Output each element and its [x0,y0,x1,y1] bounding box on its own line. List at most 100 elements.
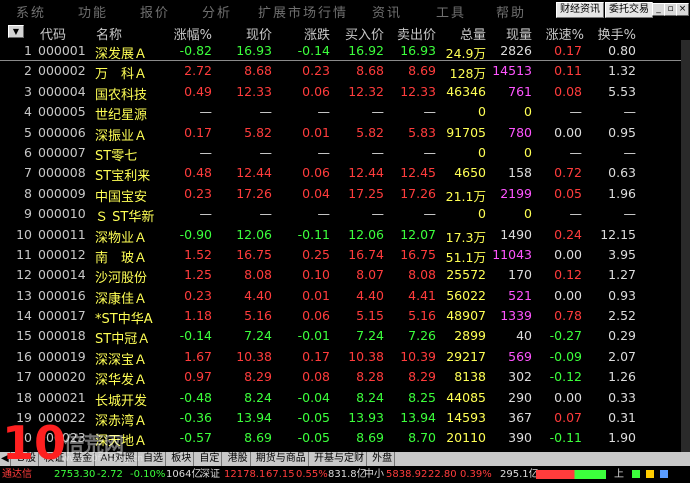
row-turnover: 0.63 [608,165,636,181]
row-code: 000010 [38,206,86,222]
table-row[interactable]: 1 000001 深发展Ａ -0.82 16.93 -0.14 16.92 16.93 24.9… [0,41,690,62]
table-row[interactable]: 7 000008 ST宝利来 0.48 12.44 0.06 12.44 12.45 4650 1… [0,163,690,184]
index3-change: 22.80 [428,469,457,480]
row-change: 0.06 [302,83,330,99]
index3-label: 中小 [364,469,384,480]
row-turnover: 1.96 [608,185,636,201]
table-row[interactable]: 14 000017 *ST中华A 1.18 5.16 0.06 5.15 5.16 48907 1… [0,306,690,327]
trade-order-button[interactable]: 委托交易 [605,2,653,18]
menu-help[interactable]: 帮助 [496,2,526,21]
row-change: 0.17 [302,348,330,364]
row-speed: -0.12 [549,369,582,385]
watermark-text: 倍荒网 [64,432,124,456]
row-change: — [317,144,331,160]
row-speed: — [569,206,583,222]
row-speed: -0.09 [549,348,582,364]
row-change-pct: 0.17 [184,124,212,140]
table-row[interactable]: 18 000021 长城开发 -0.48 8.24 -0.04 8.24 8.25 44085 2… [0,388,690,409]
row-ask: 10.39 [400,348,436,364]
sort-dropdown-icon[interactable]: ▼ [8,25,24,38]
quote-table: 1 000001 深发展Ａ -0.82 16.93 -0.14 16.92 16.93 24.9… [0,41,690,449]
menu-quote[interactable]: 报价 [140,2,170,21]
menu-system[interactable]: 系统 [16,2,46,21]
row-turnover: 3.95 [608,246,636,262]
row-current-volume: 521 [508,287,532,303]
table-row[interactable]: 6 000007 ST零七 — — — — — 0 0 — — [0,143,690,164]
row-price: 8.68 [244,63,272,79]
row-change: 0.04 [302,185,330,201]
table-row[interactable]: 15 000018 ST中冠Ａ -0.14 7.24 -0.01 7.24 7.26 2899 4… [0,326,690,347]
row-ask: 5.16 [408,308,436,324]
row-name: 万 科Ａ [95,67,148,83]
row-speed: 0.11 [554,63,582,79]
row-current-volume: 390 [508,430,532,446]
row-price: 5.82 [244,124,272,140]
alert-icon[interactable] [646,470,654,478]
row-code: 000021 [38,389,86,405]
table-row[interactable]: 8 000009 中国宝安 0.23 17.26 0.04 17.25 17.26 21.1万 2… [0,184,690,205]
row-change-pct: 0.48 [184,165,212,181]
row-current-volume: 780 [508,124,532,140]
row-index: 18 [16,389,32,405]
row-code: 000012 [38,246,86,262]
row-index: 14 [16,308,32,324]
tab-watchlist[interactable]: 自选 [141,452,167,466]
tab-custom[interactable]: 自定 [197,452,223,466]
row-name: 深深宝Ａ [95,352,148,368]
row-index: 1 [24,43,32,58]
row-name: ST零七 [95,148,138,164]
watermark-url: www.10ffufang.cn [62,454,144,464]
info-icon[interactable] [660,470,668,478]
row-change-pct: -0.82 [179,43,212,58]
tab-foreign-markets[interactable]: 外盘 [370,452,396,466]
menu-tools[interactable]: 工具 [436,2,466,21]
row-code: 000018 [38,328,86,344]
row-speed: — [569,144,583,160]
tab-sectors[interactable]: 板块 [169,452,195,466]
table-row[interactable]: 9 000010 Ｓ ST华新 — — — — — 0 0 — — [0,204,690,225]
row-change: -0.01 [297,328,330,344]
row-price: — [259,206,273,222]
row-volume: 29217 [446,348,486,364]
tab-open-funds[interactable]: 开基与定财 [312,452,367,466]
menu-extended-market[interactable]: 扩展市场行情 [258,2,348,21]
vertical-scrollbar[interactable] [681,40,690,452]
row-current-volume: 569 [508,348,532,364]
row-speed: 0.17 [554,43,582,58]
table-row[interactable]: 17 000020 深华发Ａ 0.97 8.29 0.08 8.28 8.29 8138 302 -… [0,367,690,388]
row-turnover: 0.29 [608,328,636,344]
finance-news-button[interactable]: 财经资讯 [556,2,604,18]
menu-analysis[interactable]: 分析 [202,2,232,21]
table-row[interactable]: 16 000019 深深宝Ａ 1.67 10.38 0.17 10.38 10.39 29217… [0,347,690,368]
table-row[interactable]: 10 000011 深物业Ａ -0.90 12.06 -0.11 12.06 12.07 17.… [0,225,690,246]
table-row[interactable]: 11 000012 南 玻Ａ 1.52 16.75 0.25 16.74 16.75 51.1万… [0,245,690,266]
row-speed: 0.00 [554,246,582,262]
row-speed: -0.11 [549,430,582,446]
menu-news[interactable]: 资讯 [372,2,402,21]
row-ask: — [423,144,437,160]
row-code: 000008 [38,165,86,181]
row-index: 15 [16,328,32,344]
table-row[interactable]: 3 000004 国农科技 0.49 12.33 0.06 12.32 12.33 46346 7… [0,82,690,103]
row-name: 深物业Ａ [95,230,148,246]
row-change: — [317,206,331,222]
row-name: 沙河股份 [95,271,148,287]
row-bid: 8.28 [356,369,384,385]
tab-futures[interactable]: 期货与商品 [254,452,309,466]
row-change-pct: 0.23 [184,185,212,201]
menu-function[interactable]: 功能 [78,2,108,21]
table-row[interactable]: 2 000002 万 科Ａ 2.72 8.68 0.23 8.68 8.69 128万 14513… [0,61,690,83]
row-code: 000001 [38,43,86,58]
row-current-volume: 1490 [500,226,532,242]
close-icon[interactable]: × [676,3,689,16]
row-current-volume: 0 [524,144,532,160]
table-row[interactable]: 5 000006 深振业Ａ 0.17 5.82 0.01 5.82 5.83 91705 780 0… [0,123,690,144]
tab-hk-stocks[interactable]: 港股 [226,452,251,466]
table-row[interactable]: 4 000005 世纪星源 — — — — — 0 0 — — [0,102,690,123]
row-current-volume: 14513 [492,63,532,79]
row-volume: 0 [478,104,486,120]
row-price: 17.26 [236,185,272,201]
row-current-volume: 1339 [500,308,532,324]
table-row[interactable]: 12 000014 沙河股份 1.25 8.08 0.10 8.07 8.08 25572 170… [0,265,690,287]
table-row[interactable]: 13 000016 深康佳Ａ 0.23 4.40 0.01 4.40 4.41 56022 521… [0,286,690,307]
